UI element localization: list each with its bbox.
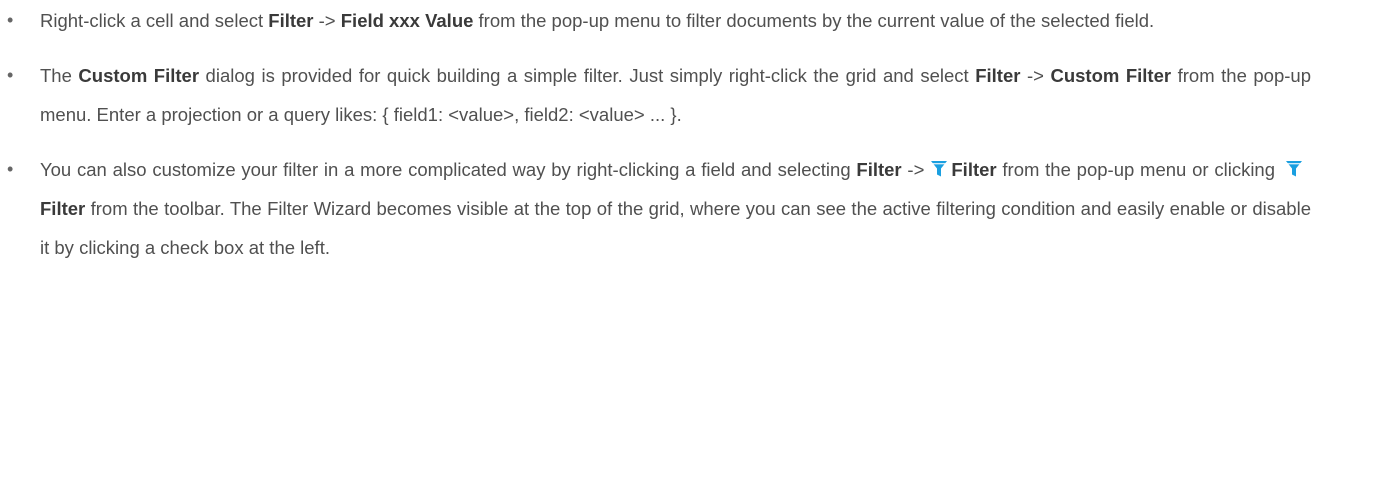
document-content: • Right-click a cell and select Filter -… <box>0 1 1373 480</box>
bullet-item-filter-wizard: • You can also customize your filter in … <box>0 150 1373 267</box>
bullet-list: • Right-click a cell and select Filter -… <box>0 1 1373 267</box>
filter-funnel-icon <box>1285 160 1303 178</box>
text: Right-click a cell and select <box>40 10 269 31</box>
bold-term: Filter <box>40 198 86 219</box>
bullet-item-filter-by-value: • Right-click a cell and select Filter -… <box>0 1 1373 40</box>
text: -> <box>1020 65 1051 86</box>
bold-term: Filter <box>856 159 902 180</box>
bold-term: Filter <box>951 159 997 180</box>
filter-funnel-icon <box>930 160 948 178</box>
bold-term: Field xxx Value <box>340 10 474 31</box>
text: -> <box>313 10 341 31</box>
bullet-dot-icon: • <box>7 159 14 179</box>
bold-term: Custom Filter <box>78 65 200 86</box>
text: You can also customize your filter in a … <box>40 159 857 180</box>
bold-term: Filter <box>975 65 1021 86</box>
bullet-dot-icon: • <box>7 10 14 30</box>
bold-term: Filter <box>268 10 314 31</box>
text: from the pop-up menu to filter documents… <box>473 10 1155 31</box>
bullet-item-custom-filter: • The Custom Filter dialog is provided f… <box>0 56 1373 134</box>
text: The <box>40 65 79 86</box>
text: dialog is provided for quick building a … <box>199 65 976 86</box>
text: -> <box>901 159 925 180</box>
bullet-dot-icon: • <box>7 65 14 85</box>
text: from the pop-up menu or clicking <box>996 159 1276 180</box>
bold-term: Custom Filter <box>1050 65 1172 86</box>
text: from the toolbar. The Filter Wizard beco… <box>40 198 1311 258</box>
